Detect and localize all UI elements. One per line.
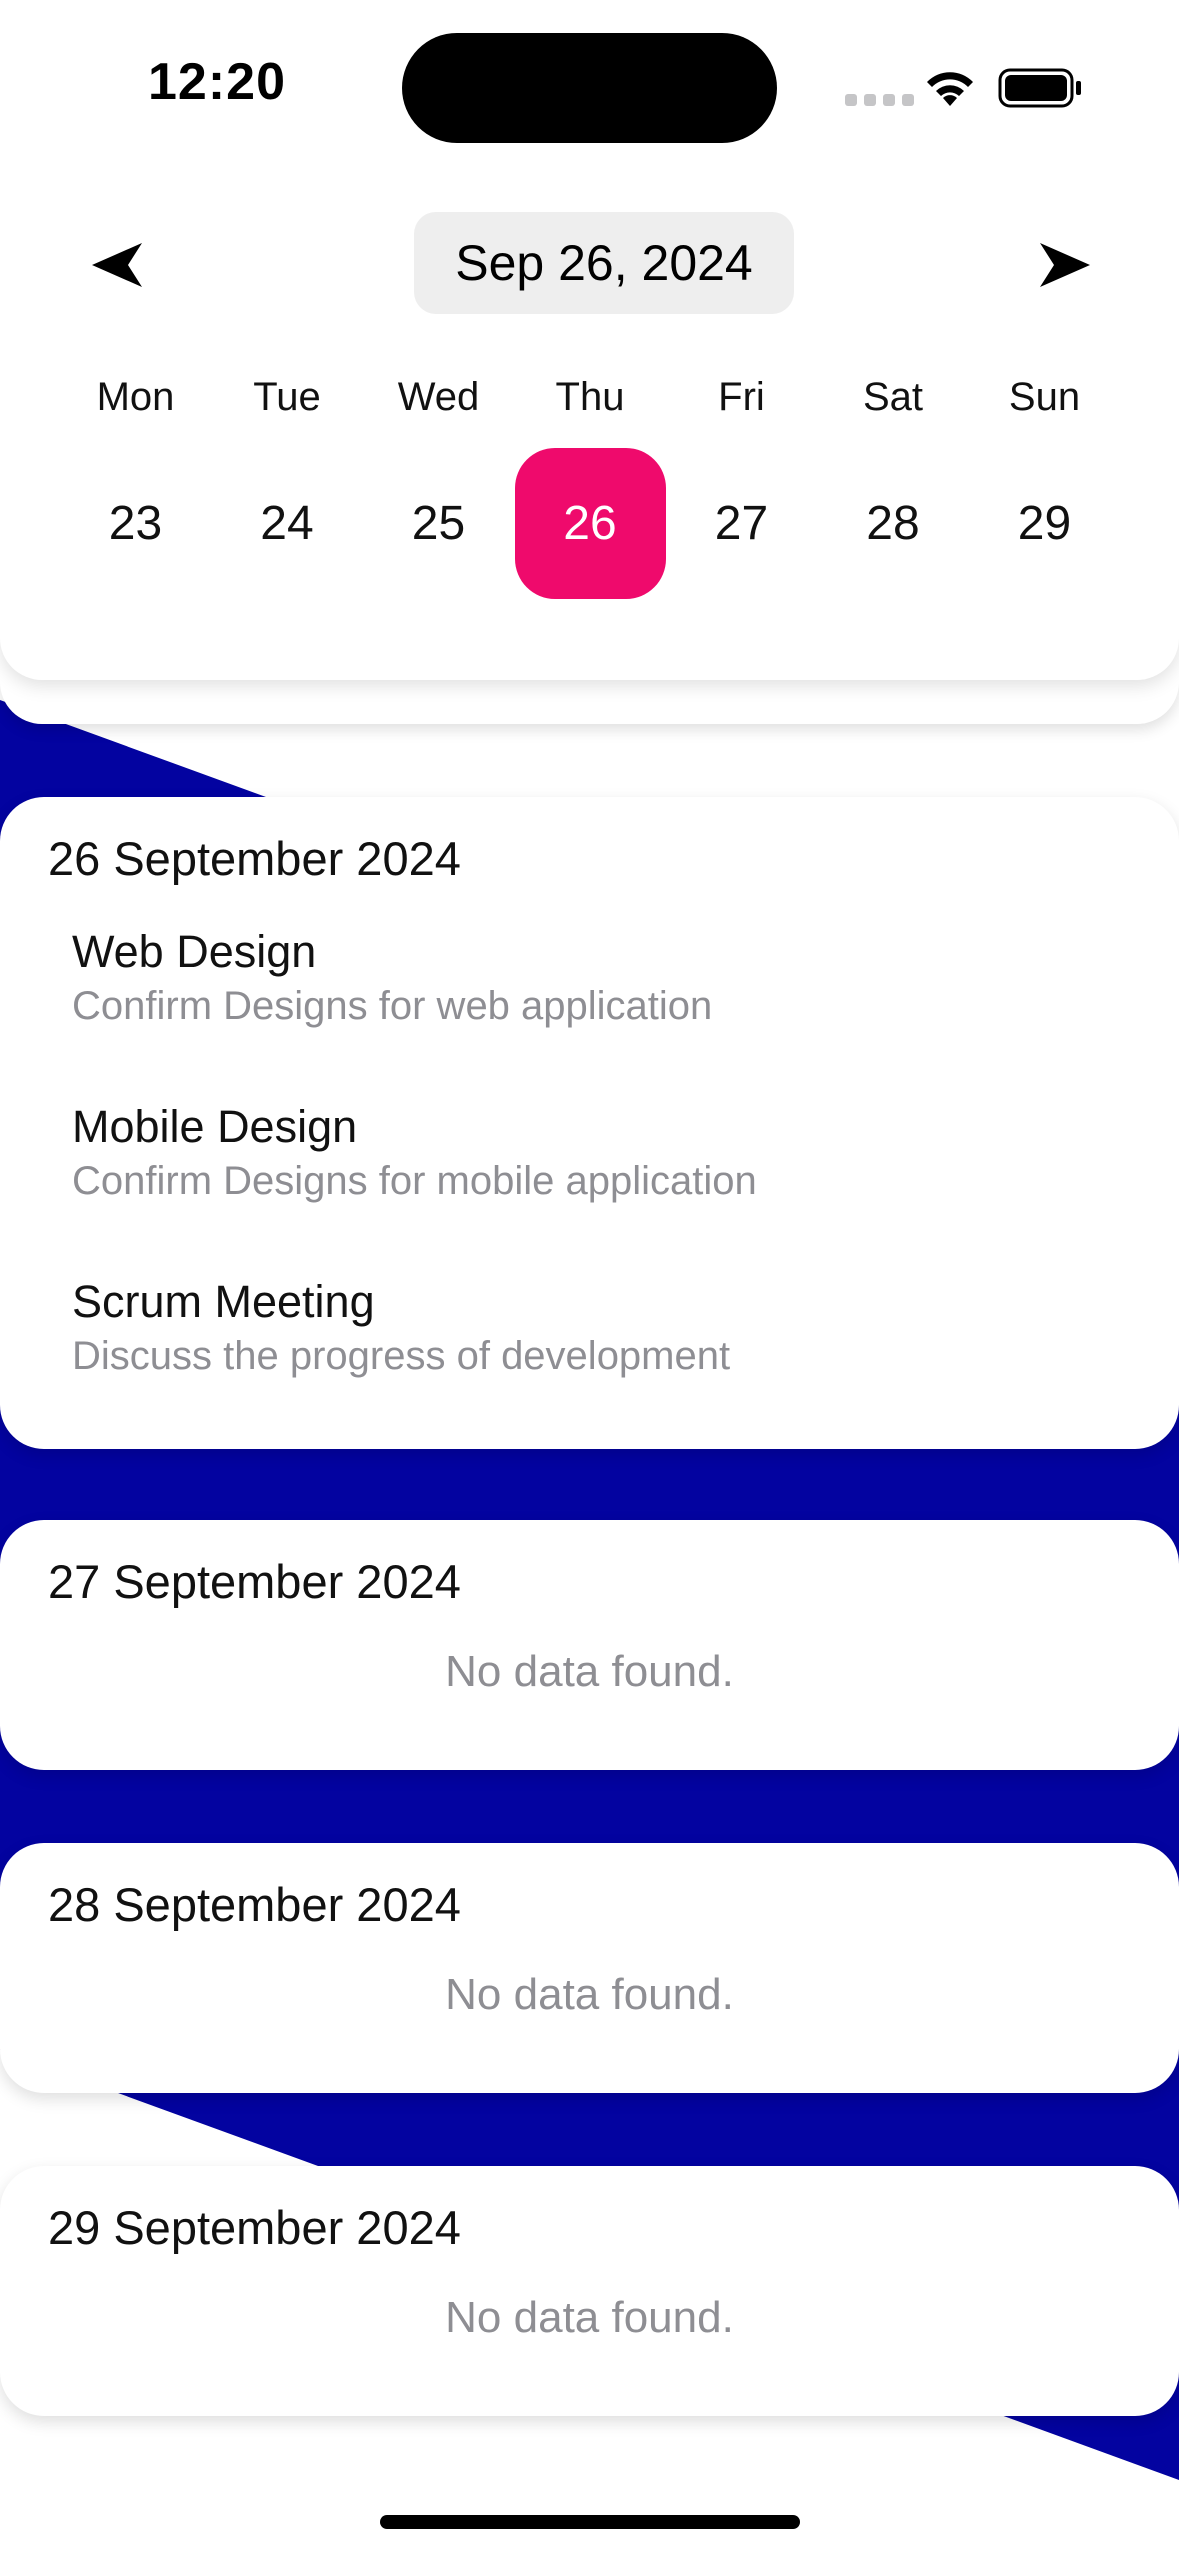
week-calendar: Sep 26, 2024 Mon Tue Wed Thu Fri Sat Sun… [0, 175, 1179, 680]
battery-icon [998, 68, 1081, 108]
day-card: 27 September 2024 No data found. [0, 1520, 1179, 1770]
card-date-title: 27 September 2024 [48, 1555, 461, 1608]
weekday-label: Thu [555, 375, 625, 419]
event-item[interactable]: Web Design Confirm Designs for web appli… [72, 925, 712, 1031]
event-item[interactable]: Mobile Design Confirm Designs for mobile… [72, 1100, 757, 1206]
event-description: Discuss the progress of development [72, 1334, 731, 1378]
weekday-label: Fri [718, 375, 765, 419]
card-date-title: 29 September 2024 [48, 2201, 461, 2254]
status-bar: 12:20 [0, 0, 1179, 175]
day-card: 29 September 2024 No data found. [0, 2166, 1179, 2416]
event-title: Mobile Design [72, 1101, 358, 1152]
weekday-label: Tue [253, 375, 321, 419]
event-title: Web Design [72, 926, 317, 977]
day-card: 28 September 2024 No data found. [0, 1843, 1179, 2093]
weekday-label: Sat [862, 375, 924, 419]
home-indicator[interactable] [380, 2515, 800, 2529]
empty-state-text: No data found. [445, 1970, 734, 2019]
card-date-title: 26 September 2024 [48, 832, 461, 885]
dynamic-island [402, 33, 777, 143]
weekday-labels: Mon Tue Wed Thu Fri Sat Sun [60, 375, 1120, 420]
wifi-icon [927, 72, 973, 106]
event-title: Scrum Meeting [72, 1276, 375, 1327]
previous-week-arrow-icon[interactable] [88, 235, 148, 295]
day-28[interactable]: 28 [818, 448, 969, 599]
next-week-arrow-icon[interactable] [1034, 235, 1094, 295]
day-27[interactable]: 27 [666, 448, 817, 599]
weekday-label: Wed [397, 375, 480, 419]
cellular-signal-icon [845, 94, 914, 106]
status-time: 12:20 [148, 53, 286, 111]
weekday-label: Mon [96, 375, 175, 419]
event-item[interactable]: Scrum Meeting Discuss the progress of de… [72, 1275, 730, 1381]
current-date-button[interactable]: Sep 26, 2024 [414, 212, 794, 314]
day-23[interactable]: 23 [60, 448, 211, 599]
empty-state-text: No data found. [445, 1647, 734, 1696]
day-card: 26 September 2024 Web Design Confirm Des… [0, 797, 1179, 1449]
day-25[interactable]: 25 [363, 448, 514, 599]
card-date-title: 28 September 2024 [48, 1878, 461, 1931]
empty-state-text: No data found. [445, 2293, 734, 2342]
day-29[interactable]: 29 [969, 448, 1120, 599]
day-26-selected[interactable]: 26 [514, 448, 666, 599]
day-24[interactable]: 24 [212, 448, 363, 599]
event-description: Confirm Designs for mobile application [72, 1159, 757, 1203]
day-numbers: 23 24 25 26 27 28 29 [60, 448, 1120, 599]
event-description: Confirm Designs for web application [72, 984, 713, 1028]
weekday-label: Sun [1008, 375, 1081, 419]
